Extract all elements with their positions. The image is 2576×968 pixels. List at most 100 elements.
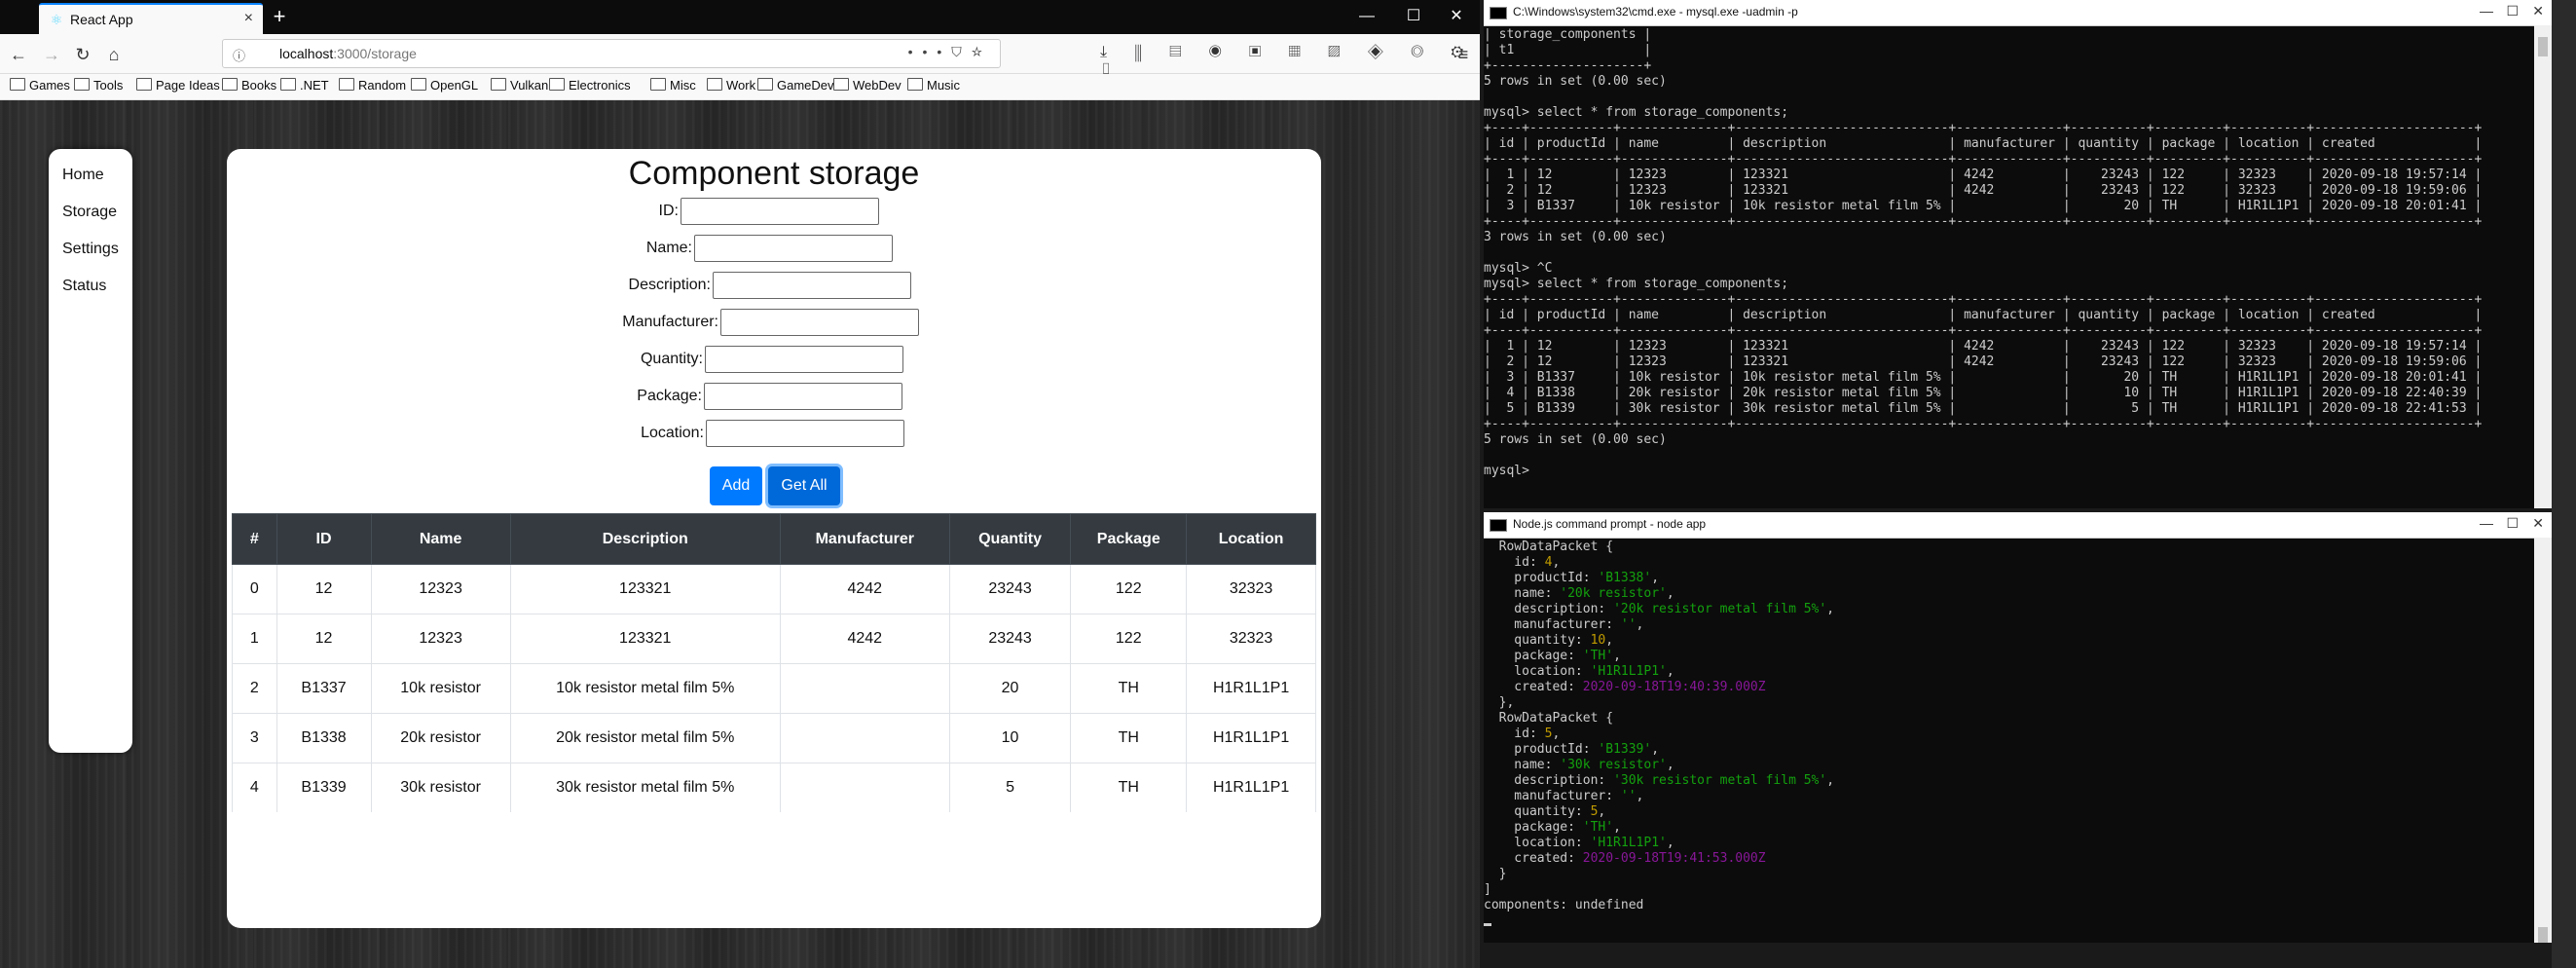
folder-icon xyxy=(757,78,773,91)
mysql-terminal-screen[interactable]: | storage_components | | t1 | +---------… xyxy=(1484,25,2534,508)
bookmark-label: Books xyxy=(241,78,277,93)
bookmark-games[interactable]: Games xyxy=(10,78,70,93)
forward-icon[interactable]: → xyxy=(39,42,64,67)
bookmark-page-ideas[interactable]: Page Ideas xyxy=(136,78,220,93)
col-header: Name xyxy=(370,513,511,565)
terminal-text: , xyxy=(1598,804,1606,819)
terminal-text: , xyxy=(1666,664,1674,679)
bookmark-gamedev[interactable]: GameDev xyxy=(757,78,834,93)
table-row: 1 12 12323 123321 4242 23243 122 32323 xyxy=(232,614,1316,664)
id-input[interactable] xyxy=(681,198,879,225)
bookmark-electronics[interactable]: Electronics xyxy=(549,78,631,93)
close-window-icon[interactable]: ✕ xyxy=(2532,515,2544,532)
terminal-text: 'B1338' xyxy=(1598,571,1652,585)
table-cell: H1R1L1P1 xyxy=(1186,663,1316,714)
react-icon: ⚛ xyxy=(50,12,63,27)
table-header-row: # ID Name Description Manufacturer Quant… xyxy=(232,513,1316,565)
bookmark-work[interactable]: Work xyxy=(707,78,755,93)
bookmark-tools[interactable]: Tools xyxy=(74,78,123,93)
table-cell: B1338 xyxy=(276,713,372,763)
bookmark-net[interactable]: .NET xyxy=(280,78,329,93)
table-row: 0 12 12323 123321 4242 23243 122 32323 xyxy=(232,564,1316,614)
location-input[interactable] xyxy=(706,420,904,447)
folder-icon xyxy=(650,78,666,91)
node-terminal-screen[interactable]: RowDataPacket { id: 4, productId: 'B1338… xyxy=(1484,538,2534,943)
tab-title: React App xyxy=(70,12,133,27)
bookmark-music[interactable]: Music xyxy=(907,78,960,93)
close-window-icon[interactable]: ✕ xyxy=(1433,2,1480,31)
new-tab-icon[interactable]: + xyxy=(268,5,291,28)
close-window-icon[interactable]: ✕ xyxy=(2532,3,2544,19)
package-input[interactable] xyxy=(704,383,902,410)
url-bar[interactable]: ⓘ localhost:3000/storage •••⛉☆ xyxy=(222,39,1001,68)
scrollbar-thumb[interactable] xyxy=(2538,37,2548,56)
terminal-text: quantity: xyxy=(1484,804,1591,819)
page-content: Home Storage Settings Status Component s… xyxy=(0,100,1480,968)
col-header: Package xyxy=(1070,513,1188,565)
table-cell: 122 xyxy=(1070,614,1188,664)
bookmark-opengl[interactable]: OpenGL xyxy=(411,78,478,93)
maximize-icon[interactable]: ☐ xyxy=(1390,2,1437,31)
get-all-button[interactable]: Get All xyxy=(768,466,840,505)
home-icon[interactable]: ⌂ xyxy=(101,42,127,67)
table-cell: 23243 xyxy=(948,564,1072,614)
node-terminal-titlebar: Node.js command prompt - node app — ☐ ✕ xyxy=(1484,512,2552,539)
back-icon[interactable]: ← xyxy=(6,42,31,67)
terminal-text: name: xyxy=(1484,758,1561,772)
cmd-icon xyxy=(1490,519,1507,532)
terminal-text: '20k resistor' xyxy=(1560,586,1667,601)
table-cell: 4 xyxy=(232,763,277,812)
mysql-scrollbar[interactable] xyxy=(2534,25,2552,508)
minimize-icon[interactable]: — xyxy=(1343,2,1390,31)
close-tab-icon[interactable]: × xyxy=(244,10,253,27)
bookmark-label: .NET xyxy=(300,78,329,93)
table-cell: 0 xyxy=(232,564,277,614)
reload-icon[interactable]: ↻ xyxy=(70,42,95,67)
folder-icon xyxy=(280,78,296,91)
site-info-icon[interactable]: ⓘ xyxy=(233,46,245,64)
manufacturer-input[interactable] xyxy=(720,309,919,336)
name-input[interactable] xyxy=(694,235,893,262)
bookmark-vulkan[interactable]: Vulkan xyxy=(491,78,548,93)
terminal-text: location: xyxy=(1484,664,1591,679)
page-title: Component storage xyxy=(628,155,920,192)
nav-home[interactable]: Home xyxy=(62,167,104,184)
terminal-text: , xyxy=(1666,758,1674,772)
terminal-text: id: xyxy=(1484,555,1545,570)
nav-settings[interactable]: Settings xyxy=(62,241,119,258)
minimize-icon[interactable]: — xyxy=(2480,515,2493,531)
menu-icon[interactable]: ≡ xyxy=(1451,42,1476,67)
bookmark-random[interactable]: Random xyxy=(339,78,406,93)
bookmark-label: Tools xyxy=(93,78,124,93)
nav-status[interactable]: Status xyxy=(62,278,106,295)
table-cell: B1339 xyxy=(276,763,372,812)
maximize-icon[interactable]: ☐ xyxy=(2506,515,2519,532)
terminal-text: '30k resistor metal film 5%' xyxy=(1613,773,1827,788)
minimize-icon[interactable]: — xyxy=(2480,3,2493,19)
table-cell: 3 xyxy=(232,713,277,763)
terminal-text: 'H1R1L1P1' xyxy=(1590,664,1667,679)
description-input[interactable] xyxy=(713,272,911,299)
nav-storage[interactable]: Storage xyxy=(62,204,117,221)
terminal-text: package: xyxy=(1484,649,1583,663)
table-cell: 12323 xyxy=(370,614,511,664)
mysql-terminal-title: C:\Windows\system32\cmd.exe - mysql.exe … xyxy=(1513,5,1798,19)
table-cell: TH xyxy=(1070,763,1188,812)
table-cell: 30k resistor metal film 5% xyxy=(509,763,781,812)
bookmark-label: Random xyxy=(358,78,407,93)
add-button[interactable]: Add xyxy=(710,466,762,505)
table-cell: 32323 xyxy=(1186,564,1316,614)
terminal-text: , xyxy=(1613,649,1621,663)
browser-tab[interactable]: ⚛ React App × xyxy=(39,3,263,34)
bookmark-webdev[interactable]: WebDev xyxy=(833,78,902,93)
bookmark-misc[interactable]: Misc xyxy=(650,78,696,93)
page-actions-icons[interactable]: •••⛉☆ xyxy=(908,44,992,60)
scrollbar-thumb[interactable] xyxy=(2538,927,2548,943)
terminal-text: name: xyxy=(1484,586,1561,601)
terminal-text: components: undefined xyxy=(1484,898,1644,912)
maximize-icon[interactable]: ☐ xyxy=(2506,3,2519,19)
node-scrollbar[interactable] xyxy=(2534,538,2552,943)
bookmark-books[interactable]: Books xyxy=(222,78,276,93)
quantity-input[interactable] xyxy=(705,346,903,373)
components-table: # ID Name Description Manufacturer Quant… xyxy=(232,513,1316,812)
